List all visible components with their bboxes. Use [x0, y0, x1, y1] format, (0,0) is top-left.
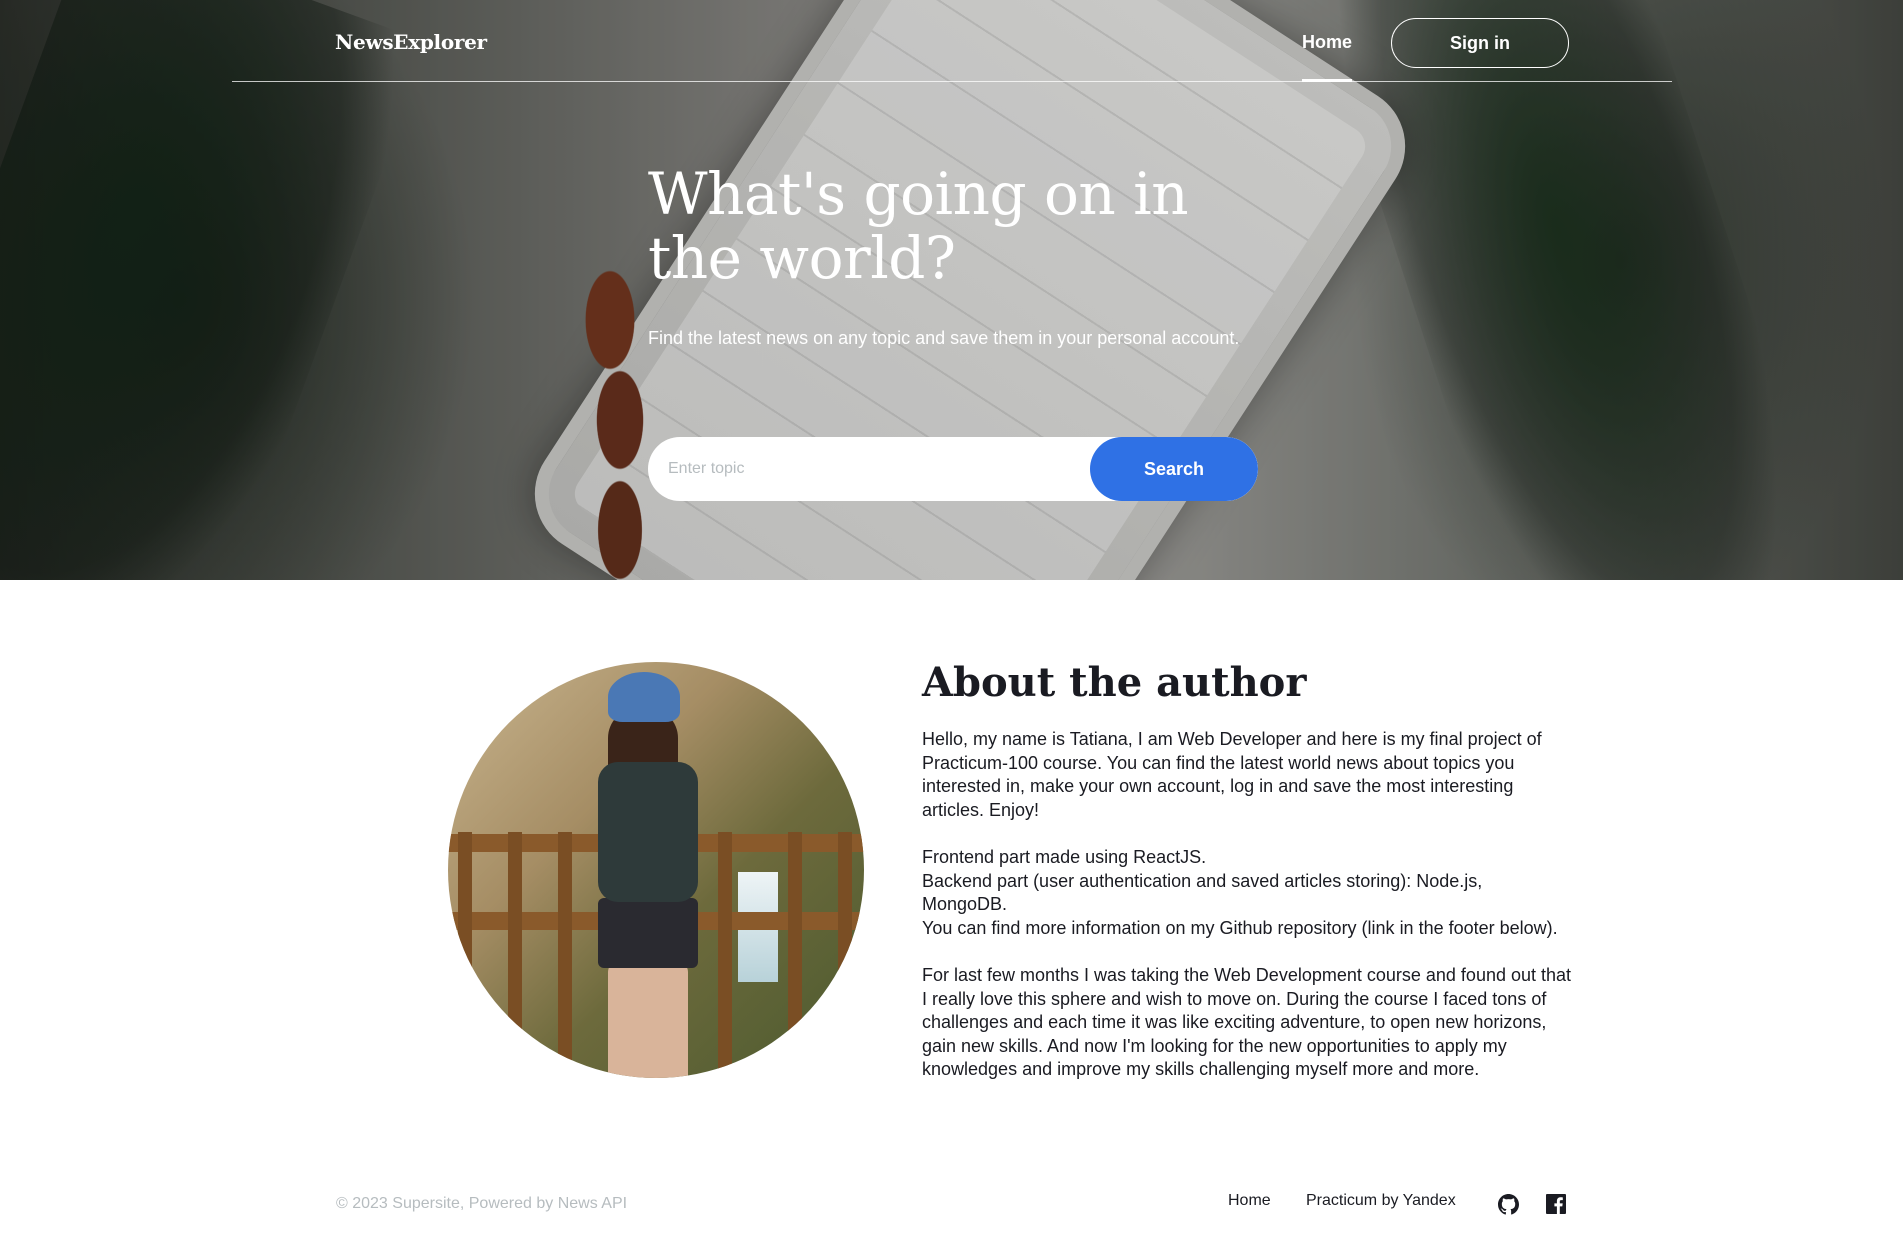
copyright: © 2023 Supersite, Powered by News API: [336, 1195, 628, 1212]
about-text: Hello, my name is Tatiana, I am Web Deve…: [922, 728, 1572, 1106]
photo-railing-post: [718, 832, 732, 1078]
about-line-backend: Backend part (user authentication and sa…: [922, 870, 1483, 915]
logo[interactable]: NewsExplorer: [335, 30, 487, 54]
author-photo: [448, 662, 864, 1078]
facebook-icon[interactable]: [1545, 1193, 1567, 1215]
footer-link-practicum[interactable]: Practicum by Yandex: [1306, 1192, 1456, 1210]
about-paragraph-story: For last few months I was taking the Web…: [922, 965, 1572, 1079]
nav-home-link[interactable]: Home: [1300, 32, 1354, 82]
photo-person-hat: [608, 672, 680, 722]
photo-railing-post: [558, 832, 572, 1078]
site-header: NewsExplorer Home Sign in: [232, 0, 1672, 82]
github-icon-glyph: [1497, 1193, 1519, 1214]
search-button[interactable]: Search: [1090, 437, 1258, 501]
hero-section: NewsExplorer Home Sign in What's going o…: [0, 0, 1903, 580]
photo-railing-post: [838, 832, 852, 1078]
hero-title: What's going on in the world?: [648, 160, 1189, 292]
hero-subtitle: Find the latest news on any topic and sa…: [648, 328, 1240, 348]
photo-railing-post: [788, 832, 802, 1078]
photo-person-body: [598, 762, 698, 902]
sign-in-button[interactable]: Sign in: [1391, 18, 1569, 68]
facebook-icon-glyph: [1546, 1194, 1566, 1214]
about-line-github: You can find more information on my Gith…: [922, 917, 1558, 938]
about-paragraph-intro: Hello, my name is Tatiana, I am Web Deve…: [922, 729, 1542, 820]
footer-link-home[interactable]: Home: [1228, 1192, 1271, 1210]
about-paragraph-stack: Frontend part made using ReactJS. Backen…: [922, 846, 1572, 940]
search-form: Search: [648, 437, 1258, 501]
photo-railing-post: [508, 832, 522, 1078]
photo-person-legs: [608, 962, 688, 1078]
github-icon[interactable]: [1497, 1193, 1519, 1215]
search-input[interactable]: [648, 437, 1108, 501]
photo-person-shorts: [598, 898, 698, 968]
about-line-frontend: Frontend part made using ReactJS.: [922, 847, 1207, 867]
about-title: About the author: [922, 659, 1307, 706]
photo-railing-post: [458, 832, 472, 1078]
